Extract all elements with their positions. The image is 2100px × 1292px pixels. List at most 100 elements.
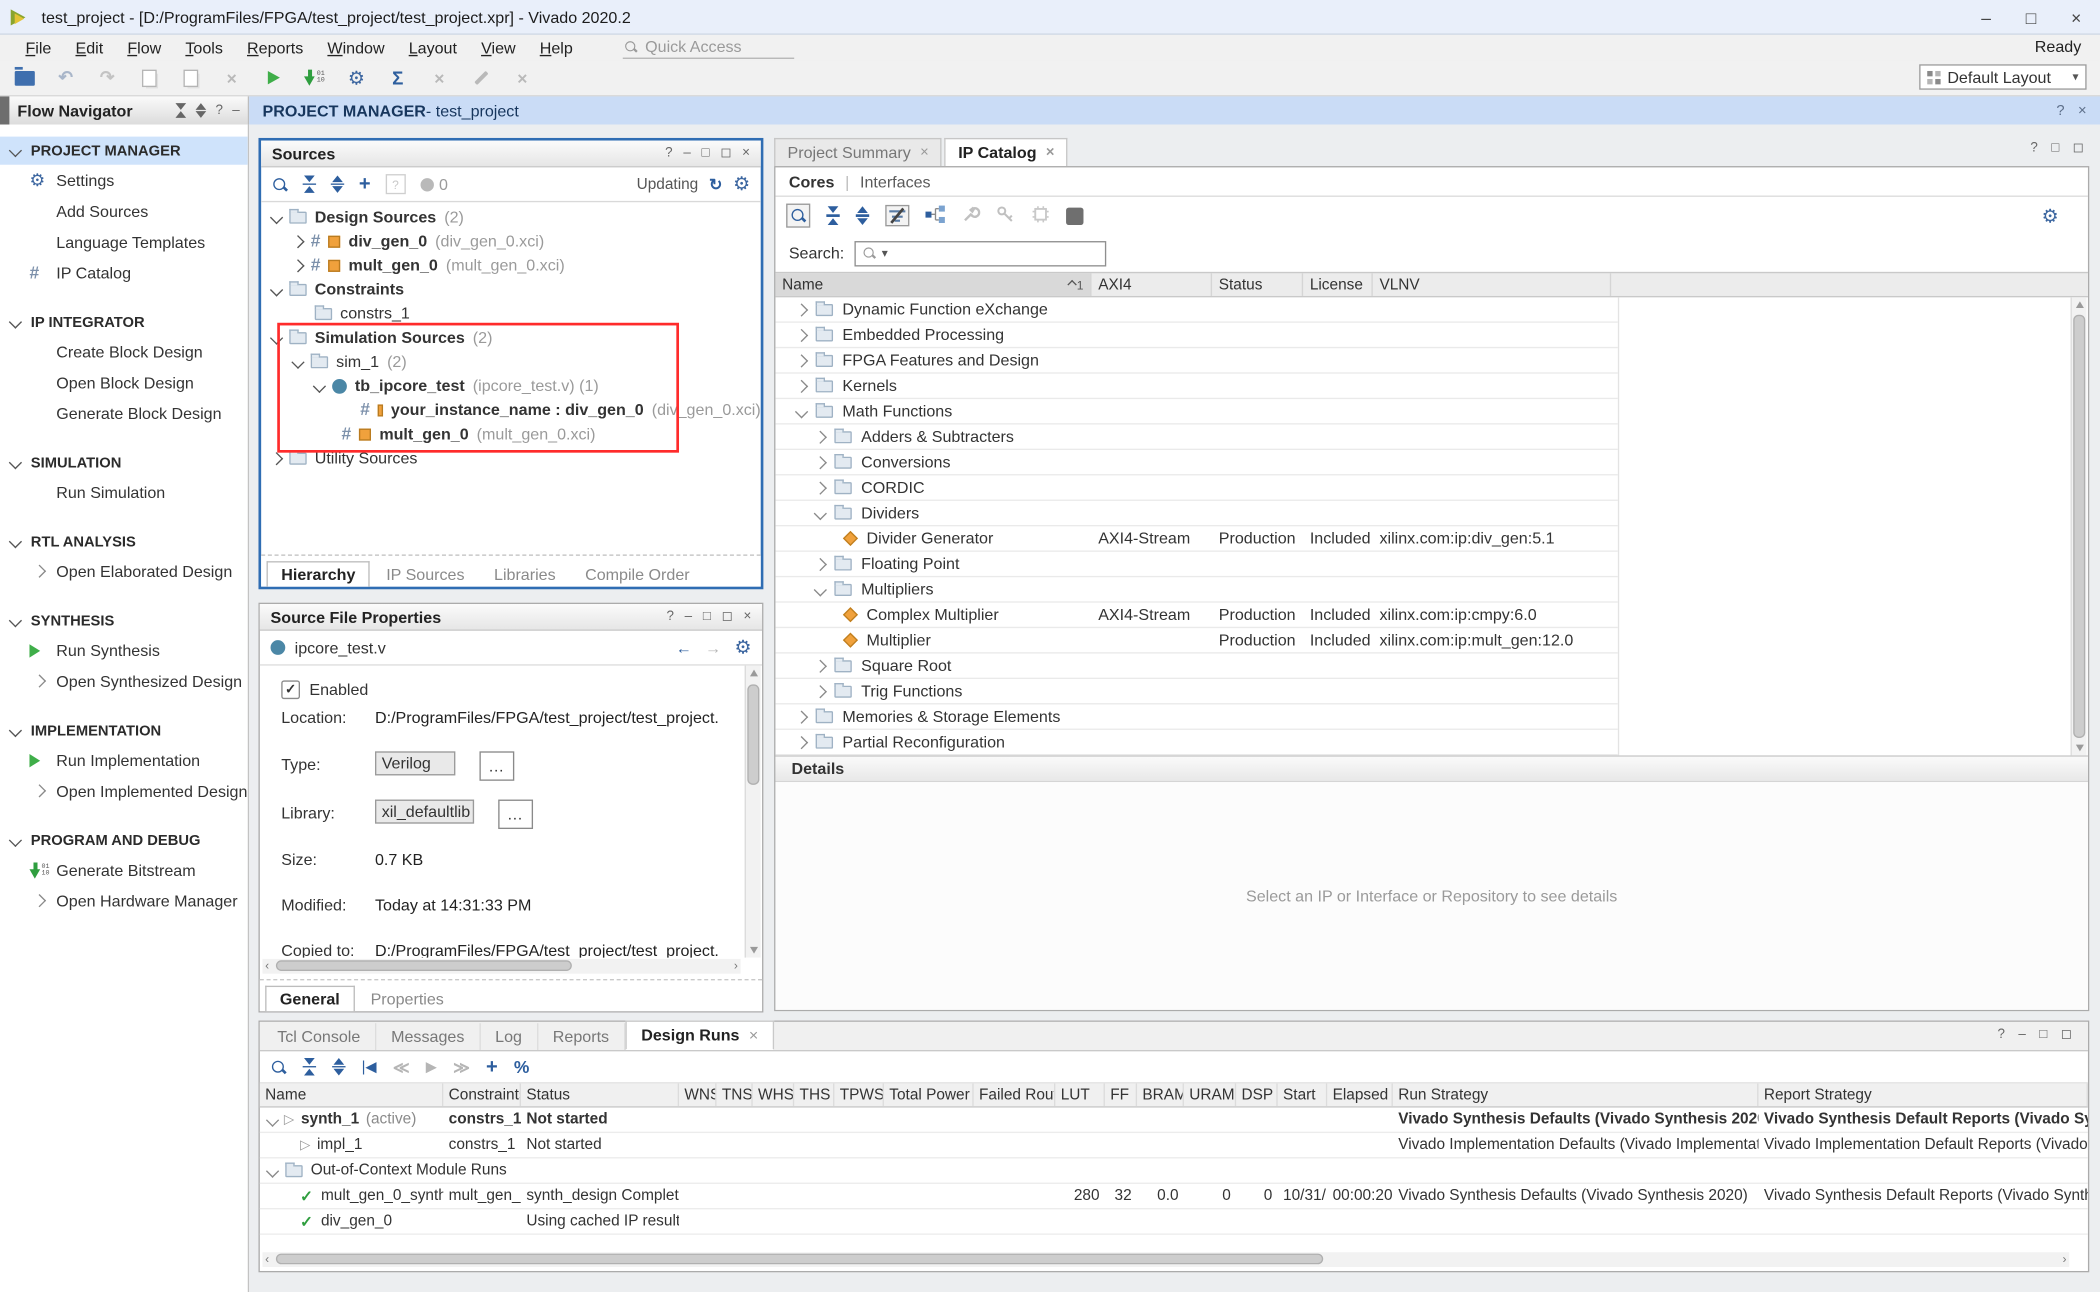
ip-tree-row[interactable]: Square Root — [775, 654, 1617, 679]
column[interactable]: Constraints — [443, 1083, 521, 1106]
minimize-icon[interactable]: – — [232, 103, 239, 118]
help-icon[interactable]: ? — [667, 609, 674, 624]
chevron-down-icon[interactable] — [270, 210, 283, 223]
sidebar-item-open-synthesized-design[interactable]: Open Synthesized Design — [0, 666, 248, 697]
sidebar-item-run-implementation[interactable]: Run Implementation — [0, 745, 248, 776]
library-input[interactable]: xil_defaultlib — [375, 800, 474, 824]
add-sources-icon[interactable]: + — [359, 173, 371, 196]
ip-tree-row[interactable]: Multipliers — [775, 577, 1617, 602]
tree-row[interactable]: tb_ipcore_test (ipcore_test.v) (1) — [261, 374, 761, 398]
chevron-right-icon[interactable] — [795, 354, 808, 367]
generate-bitstream-button[interactable]: 0110 — [304, 66, 325, 90]
tree-row[interactable]: Design Sources (2) — [261, 205, 761, 229]
tree-row[interactable]: #your_instance_name : div_gen_0 (div_gen… — [261, 398, 761, 422]
horizontal-scrollbar[interactable]: ‹› — [262, 959, 740, 974]
tree-row[interactable]: Simulation Sources (2) — [261, 325, 761, 349]
checkbox-checked-icon[interactable]: ✓ — [281, 680, 300, 699]
back-icon[interactable]: ← — [676, 638, 692, 657]
collapse-all-icon[interactable] — [303, 175, 316, 193]
enabled-checkbox-row[interactable]: ✓ Enabled — [281, 676, 368, 703]
subnav-interfaces[interactable]: Interfaces — [860, 172, 931, 191]
window-close-button[interactable]: × — [2071, 7, 2081, 27]
minimize-icon[interactable]: – — [2018, 1027, 2025, 1042]
ip-tree-row[interactable]: Kernels — [775, 374, 1617, 399]
float-icon[interactable]: ◻ — [2073, 141, 2084, 156]
expand-all-icon[interactable] — [195, 103, 206, 118]
chevron-right-icon[interactable] — [270, 451, 283, 464]
sidebar-section-program-and-debug[interactable]: PROGRAM AND DEBUG — [0, 826, 248, 854]
hierarchy-view-icon[interactable] — [925, 204, 945, 227]
minimize-icon[interactable]: – — [683, 146, 690, 161]
ip-tree-row[interactable]: Adders & Subtracters — [775, 425, 1617, 450]
layout-selector[interactable]: Default Layout ▾ — [1919, 64, 2086, 89]
search-icon[interactable] — [786, 204, 810, 228]
menu-flow[interactable]: Flow — [115, 38, 173, 57]
minimize-icon[interactable]: – — [685, 609, 692, 624]
maximize-icon[interactable]: □ — [2039, 1027, 2047, 1042]
vertical-scrollbar[interactable] — [745, 666, 761, 958]
sidebar-section-rtl-analysis[interactable]: RTL ANALYSIS — [0, 528, 248, 556]
ip-tree-row[interactable]: FPGA Features and Design — [775, 348, 1617, 373]
search-icon[interactable] — [271, 1059, 287, 1075]
menu-help[interactable]: Help — [528, 38, 585, 57]
float-icon[interactable]: ◻ — [722, 609, 733, 624]
sidebar-section-simulation[interactable]: SIMULATION — [0, 449, 248, 477]
filter-toggle-icon[interactable] — [885, 205, 909, 226]
column[interactable]: TNS — [717, 1083, 753, 1106]
play-icon[interactable]: ▶ — [426, 1058, 437, 1075]
search-icon[interactable] — [272, 176, 288, 192]
column[interactable]: URAM — [1184, 1083, 1236, 1106]
chevron-right-icon[interactable] — [795, 379, 808, 392]
sidebar-item-generate-block-design[interactable]: Generate Block Design — [0, 398, 248, 429]
sources-settings-icon[interactable]: ⚙ — [733, 173, 750, 196]
menu-file[interactable]: File — [13, 38, 63, 57]
column[interactable]: Elapsed — [1327, 1083, 1393, 1106]
tree-row[interactable]: sim_1 (2) — [261, 350, 761, 374]
tab-project-summary[interactable]: Project Summary× — [774, 138, 942, 166]
sources-panel-header[interactable]: Sources ? – □ ◻ × — [261, 141, 761, 168]
column-axi4[interactable]: AXI4 — [1092, 273, 1213, 296]
chevron-right-icon[interactable] — [291, 259, 304, 272]
wrench-icon[interactable] — [962, 204, 981, 227]
tab-tcl-console[interactable]: Tcl Console — [262, 1023, 376, 1050]
tab-reports[interactable]: Reports — [538, 1023, 625, 1050]
window-maximize-button[interactable]: □ — [2026, 7, 2037, 27]
sidebar-item-open-elaborated-design[interactable]: Open Elaborated Design — [0, 556, 248, 587]
tab-log[interactable]: Log — [480, 1023, 538, 1050]
ip-tree-row[interactable]: Multiplier Production Included xilinx.co… — [775, 628, 1617, 653]
maximize-icon[interactable]: □ — [2051, 141, 2059, 156]
collapse-all-icon[interactable] — [175, 103, 186, 118]
chevron-down-icon[interactable] — [266, 1164, 279, 1177]
column[interactable]: Name — [260, 1083, 443, 1106]
ip-tree-row[interactable]: Embedded Processing — [775, 323, 1617, 348]
sidebar-item-run-simulation[interactable]: Run Simulation — [0, 477, 248, 508]
ip-tree-row[interactable]: Complex Multiplier AXI4-Stream Productio… — [775, 603, 1617, 628]
tab-compile-order[interactable]: Compile Order — [572, 562, 703, 586]
tree-row[interactable]: Constraints — [261, 277, 761, 301]
horizontal-scrollbar[interactable]: ‹› — [262, 1252, 2069, 1267]
chevron-right-icon[interactable] — [814, 481, 827, 494]
sidebar-section-project-manager[interactable]: PROJECT MANAGER — [0, 137, 248, 165]
column[interactable]: Run Strategy — [1393, 1083, 1759, 1106]
tab-messages[interactable]: Messages — [376, 1023, 480, 1050]
ip-tree-row[interactable]: Partial Reconfiguration — [775, 730, 1617, 755]
tree-row[interactable]: #mult_gen_0 (mult_gen_0.xci) — [261, 253, 761, 277]
menu-view[interactable]: View — [469, 38, 528, 57]
context-help-icon[interactable]: ? — [2056, 102, 2064, 118]
vertical-scrollbar[interactable] — [2071, 297, 2087, 755]
column[interactable]: Status — [521, 1083, 679, 1106]
close-icon[interactable]: × — [920, 145, 929, 161]
column-status[interactable]: Status — [1212, 273, 1303, 296]
ip-tree-row[interactable]: Memories & Storage Elements — [775, 704, 1617, 729]
collapse-all-icon[interactable] — [826, 207, 839, 225]
ip-tree-row[interactable]: CORDIC — [775, 475, 1617, 500]
step-forward-icon[interactable]: ≫ — [453, 1057, 470, 1076]
sidebar-item-create-block-design[interactable]: Create Block Design — [0, 336, 248, 367]
refresh-icon[interactable]: ↻ — [709, 175, 722, 194]
tree-row[interactable]: #mult_gen_0 (mult_gen_0.xci) — [261, 422, 761, 446]
details-header[interactable]: Details — [775, 755, 2087, 782]
chevron-down-icon[interactable] — [814, 583, 827, 596]
tab-design-runs[interactable]: Design Runs× — [625, 1021, 774, 1050]
sidebar-item-open-block-design[interactable]: Open Block Design — [0, 367, 248, 398]
column[interactable]: Start — [1278, 1083, 1328, 1106]
